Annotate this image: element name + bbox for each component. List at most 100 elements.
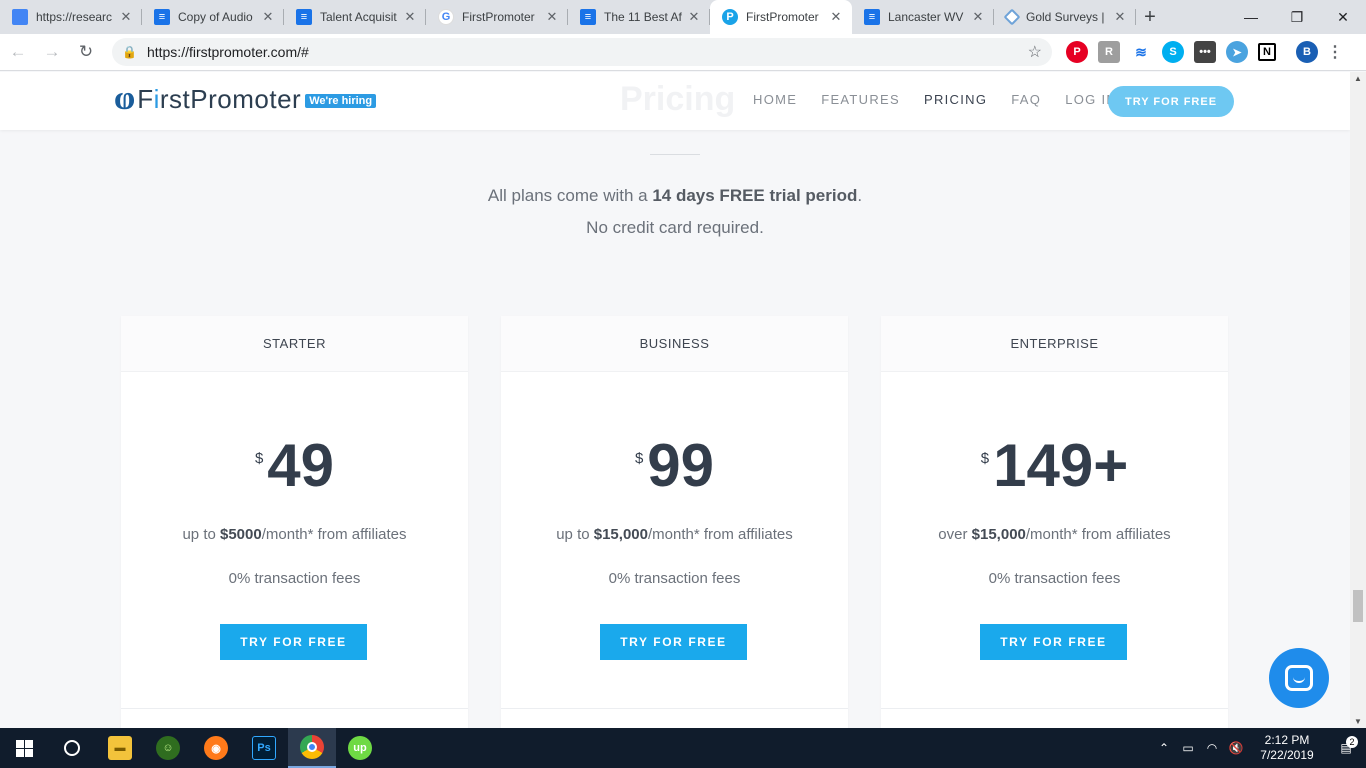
scroll-up-icon[interactable]: ▲ <box>1354 74 1362 83</box>
skype-icon[interactable]: S <box>1162 41 1184 63</box>
trial-info-text: All plans come with a 14 days FREE trial… <box>0 186 1350 206</box>
extension-r-icon[interactable]: R <box>1098 41 1120 63</box>
header-try-for-free-button[interactable]: TRY FOR FREE <box>1108 86 1234 117</box>
browser-tab[interactable]: ≡ Lancaster WV ✕ <box>852 0 994 34</box>
back-icon[interactable]: ← <box>2 36 34 68</box>
plan-limit: up to $15,000/month* from affiliates <box>501 526 848 543</box>
limit-amount: $5000 <box>220 526 262 543</box>
limit-suffix: /month* from affiliates <box>647 526 793 543</box>
doc-icon <box>12 9 28 25</box>
notion-icon[interactable]: N <box>1258 43 1276 61</box>
nav-features[interactable]: FEATURES <box>821 92 900 107</box>
nav-faq[interactable]: FAQ <box>1011 92 1041 107</box>
forward-icon[interactable]: → <box>36 36 68 68</box>
tab-title: Lancaster WV <box>888 10 964 24</box>
firefox-button[interactable]: ◉ <box>192 728 240 768</box>
close-icon[interactable]: ✕ <box>544 9 560 25</box>
lock-icon[interactable]: 🔒 <box>122 45 137 59</box>
file-explorer-button[interactable]: ▬ <box>96 728 144 768</box>
new-tab-button[interactable]: + <box>1136 0 1164 34</box>
price-amount: 149+ <box>993 432 1129 499</box>
trial-text-after: . <box>857 186 863 205</box>
firefox-icon: ◉ <box>204 736 228 760</box>
browser-tab-active[interactable]: P FirstPromoter ✕ <box>710 0 852 34</box>
close-icon[interactable]: ✕ <box>970 9 986 25</box>
close-icon[interactable]: ✕ <box>828 9 844 25</box>
business-try-for-free-button[interactable]: TRY FOR FREE <box>600 624 747 660</box>
extension-dots-icon[interactable]: ••• <box>1194 41 1216 63</box>
reload-icon[interactable]: ↻ <box>70 36 102 68</box>
limit-amount: $15,000 <box>971 526 1026 543</box>
browser-tab[interactable]: https://researc ✕ <box>0 0 142 34</box>
card-divider <box>501 708 848 709</box>
upwork-button[interactable]: up <box>336 728 384 768</box>
plan-price: $ 149+ <box>881 436 1228 496</box>
close-icon[interactable]: ✕ <box>402 9 418 25</box>
notification-count: 2 <box>1346 736 1358 748</box>
limit-amount: $15,000 <box>593 526 648 543</box>
browser-tab[interactable]: ≡ The 11 Best Af ✕ <box>568 0 710 34</box>
volume-muted-icon[interactable]: 🔇 <box>1224 741 1248 755</box>
search-button[interactable] <box>48 728 96 768</box>
url-text[interactable]: https://firstpromoter.com/# <box>147 44 1028 60</box>
chevron-up-icon[interactable]: ⌃ <box>1152 741 1176 755</box>
menu-dots-icon[interactable]: ⋮ <box>1327 41 1343 63</box>
close-icon[interactable]: ✕ <box>1112 9 1128 25</box>
chrome-button[interactable] <box>288 728 336 768</box>
tab-title: Talent Acquisit <box>320 10 397 24</box>
browser-tab[interactable]: ≡ Talent Acquisit ✕ <box>284 0 426 34</box>
currency-symbol: $ <box>634 450 644 467</box>
docs-icon: ≡ <box>864 9 880 25</box>
close-icon[interactable]: ✕ <box>118 9 134 25</box>
browser-tab[interactable]: G FirstPromoter ✕ <box>426 0 568 34</box>
page-scrollbar[interactable]: ▲ ▼ <box>1350 72 1366 728</box>
trial-period-highlight: 14 days FREE trial period <box>652 186 858 205</box>
extensions-bar: P R ≋ S ••• ➤ N B ⋮ <box>1066 41 1343 63</box>
trial-text-before: All plans come with a <box>487 186 653 205</box>
browser-tab[interactable]: Gold Surveys | ✕ <box>994 0 1136 34</box>
starter-try-for-free-button[interactable]: TRY FOR FREE <box>220 624 367 660</box>
limit-suffix: /month* from affiliates <box>261 526 407 543</box>
action-center-button[interactable]: ▤ 2 <box>1326 736 1366 755</box>
battery-icon[interactable]: ▭ <box>1176 741 1200 755</box>
photoshop-button[interactable]: Ps <box>240 728 288 768</box>
chat-launcher-button[interactable] <box>1269 648 1329 708</box>
currency-symbol: $ <box>980 450 990 467</box>
close-icon[interactable]: ✕ <box>686 9 702 25</box>
start-button[interactable] <box>0 728 48 768</box>
hiring-badge[interactable]: We're hiring <box>305 94 377 108</box>
bookmark-star-icon[interactable]: ☆ <box>1028 42 1042 62</box>
browser-tab[interactable]: ≡ Copy of Audio ✕ <box>142 0 284 34</box>
folder-icon: ▬ <box>108 736 132 760</box>
pinterest-icon[interactable]: P <box>1066 41 1088 63</box>
faded-section-title: Pricing <box>620 80 736 118</box>
close-icon[interactable]: ✕ <box>260 9 276 25</box>
plan-card-enterprise: ENTERPRISE $ 149+ over $15,000/month* fr… <box>881 316 1228 728</box>
enterprise-try-for-free-button[interactable]: TRY FOR FREE <box>980 624 1127 660</box>
address-bar[interactable]: 🔒 https://firstpromoter.com/# ☆ <box>112 38 1052 66</box>
close-window-icon[interactable]: ✕ <box>1320 0 1366 34</box>
wifi-icon[interactable]: ◠ <box>1200 741 1224 755</box>
google-icon: G <box>438 9 454 25</box>
page-viewport: ⱷ FirstPromoter We're hiring Pricing HOM… <box>0 72 1350 728</box>
minimize-icon[interactable]: — <box>1228 0 1274 34</box>
restore-icon[interactable]: ❐ <box>1274 0 1320 34</box>
windows-logo-icon <box>15 739 33 757</box>
scroll-down-icon[interactable]: ▼ <box>1354 717 1362 726</box>
tab-title: FirstPromoter <box>462 10 535 24</box>
scrollbar-thumb[interactable] <box>1353 590 1363 622</box>
docs-icon: ≡ <box>580 9 596 25</box>
plan-limit: over $15,000/month* from affiliates <box>881 526 1228 543</box>
firstpromoter-logo[interactable]: ⱷ FirstPromoter We're hiring <box>114 80 377 117</box>
extension-wave-icon[interactable]: ≋ <box>1130 41 1152 63</box>
tab-title: Gold Surveys | <box>1026 10 1105 24</box>
logo-mark-icon: ⱷ <box>114 80 136 117</box>
windows-taskbar: ▬ ☺ ◉ Ps up ⌃ ▭ ◠ 🔇 2:12 PM 7/22/2019 ▤ … <box>0 728 1366 768</box>
clock[interactable]: 2:12 PM 7/22/2019 <box>1248 733 1326 763</box>
plan-name: BUSINESS <box>501 316 848 372</box>
nav-pricing[interactable]: PRICING <box>924 92 987 107</box>
app-ghost-button[interactable]: ☺ <box>144 728 192 768</box>
extension-arrow-icon[interactable]: ➤ <box>1226 41 1248 63</box>
nav-home[interactable]: HOME <box>753 92 797 107</box>
profile-avatar[interactable]: B <box>1296 41 1318 63</box>
